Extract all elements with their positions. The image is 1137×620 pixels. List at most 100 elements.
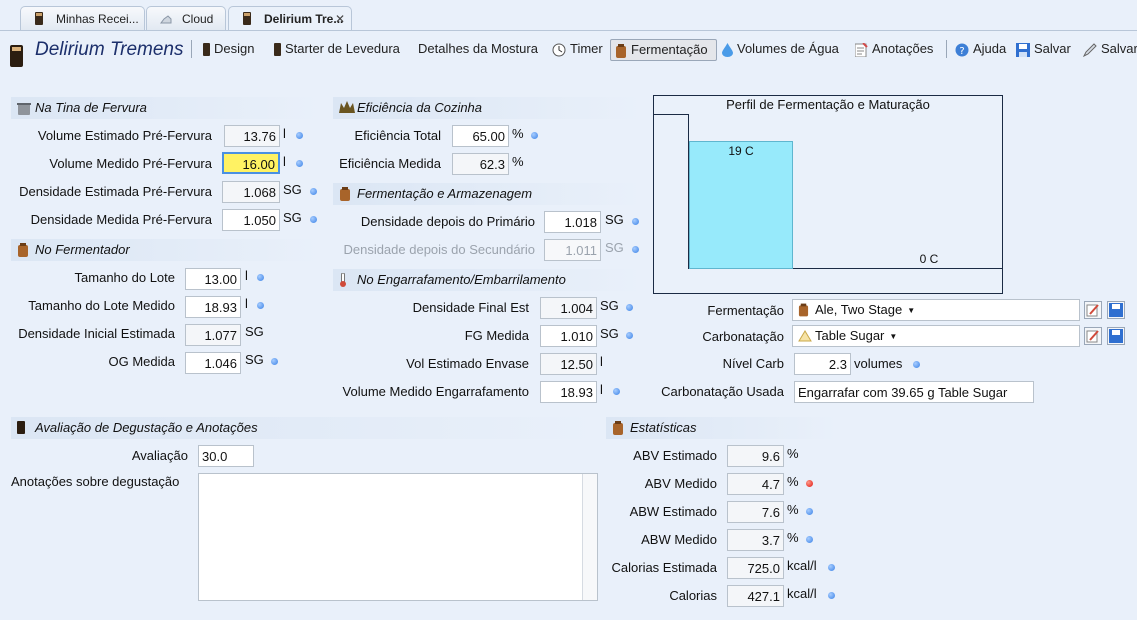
info-dot-icon[interactable]: [296, 160, 303, 167]
chart-data-label: 19 C: [728, 144, 754, 158]
avaliacao-section-header: Avaliação de Degustação e Anotações: [11, 417, 597, 439]
og-medida-field[interactable]: 1.046: [185, 352, 241, 374]
save-icon: [1016, 42, 1030, 57]
mostura-button[interactable]: Detalhes da Mostura: [418, 39, 538, 61]
salvar-como-button[interactable]: Salvar: [1083, 39, 1137, 61]
densidade-secundario-label: Densidade depois do Secundário: [343, 242, 535, 257]
lote-field[interactable]: 13.00: [185, 268, 241, 290]
info-dot-icon[interactable]: [828, 592, 835, 599]
info-dot-icon[interactable]: [806, 536, 813, 543]
estatisticas-section-header: Estatísticas: [606, 417, 838, 439]
fermentador-section-header: No Fermentador: [11, 239, 321, 261]
engarrafamento-section-header: No Engarrafamento/Embarrilamento: [333, 269, 643, 291]
info-dot-icon[interactable]: [271, 358, 278, 365]
salvar-button[interactable]: Salvar: [1016, 39, 1071, 61]
lote-medido-field[interactable]: 18.93: [185, 296, 241, 318]
fermentacao-profile-select[interactable]: Ale, Two Stage ▼: [792, 299, 1080, 321]
notas-textarea[interactable]: [198, 473, 598, 601]
carbonatacao-select[interactable]: Table Sugar ▼: [792, 325, 1080, 347]
abv-estimado-field: 9.6: [727, 445, 784, 467]
unit-label: l: [245, 296, 248, 311]
unit-label: %: [787, 474, 799, 489]
info-dot-icon[interactable]: [296, 132, 303, 139]
fermentador-header-label: No Fermentador: [35, 242, 130, 257]
unit-label: %: [512, 154, 524, 169]
anotacoes-button[interactable]: Anotações: [855, 39, 933, 61]
fermenter-icon: [798, 303, 809, 317]
starter-button[interactable]: Starter de Levedura: [274, 39, 400, 61]
close-icon[interactable]: ✕: [335, 7, 345, 31]
crown-icon: [339, 101, 355, 113]
carbonatacao-label: Carbonatação: [702, 329, 784, 344]
tina-densidade-estimada-label: Densidade Estimada Pré-Fervura: [19, 184, 212, 199]
abw-medido-field: 3.7: [727, 529, 784, 551]
info-dot-icon[interactable]: [626, 332, 633, 339]
unit-label: %: [787, 446, 799, 461]
info-dot-icon[interactable]: [257, 302, 264, 309]
fermenter-icon: [18, 243, 28, 257]
fg-medida-label: FG Medida: [464, 328, 529, 343]
info-dot-icon[interactable]: [310, 188, 317, 195]
tab-minhas-receitas[interactable]: Minhas Recei...: [20, 6, 145, 30]
info-dot-icon[interactable]: [613, 388, 620, 395]
design-button[interactable]: Design: [203, 39, 254, 61]
tina-densidade-medida-field[interactable]: 1.050: [222, 209, 280, 231]
save-icon: [1109, 303, 1123, 317]
save-carbonation-button[interactable]: [1107, 327, 1125, 345]
densidade-primario-field[interactable]: 1.018: [544, 211, 601, 233]
info-dot-icon[interactable]: [806, 508, 813, 515]
info-dot-icon[interactable]: [828, 564, 835, 571]
eficiencia-total-field[interactable]: 65.00: [452, 125, 509, 147]
notas-scrollbar[interactable]: [582, 474, 597, 600]
tina-volume-medido-field[interactable]: 16.00: [222, 152, 280, 174]
eficiencia-section-header: Eficiência da Cozinha: [333, 97, 643, 119]
tab-delirium[interactable]: Delirium Tre... ✕: [228, 6, 352, 30]
info-dot-icon[interactable]: [626, 304, 633, 311]
fermenter-icon: [616, 43, 626, 58]
avaliacao-field[interactable]: 30.0: [198, 445, 254, 467]
calorias-estimada-field: 725.0: [727, 557, 784, 579]
vol-estimado-envase-label: Vol Estimado Envase: [406, 356, 529, 371]
recipe-beer-icon: [10, 45, 23, 67]
abw-estimado-field: 7.6: [727, 501, 784, 523]
unit-label: SG: [605, 240, 624, 255]
save-profile-button[interactable]: [1107, 301, 1125, 319]
info-dot-icon[interactable]: [310, 216, 317, 223]
timer-button[interactable]: Timer: [552, 39, 603, 61]
unit-label: %: [512, 126, 524, 141]
fermentacao-profile-value: Ale, Two Stage: [815, 302, 903, 317]
info-dot-icon[interactable]: [632, 246, 639, 253]
unit-label: l: [283, 126, 286, 141]
info-dot-icon[interactable]: [632, 218, 639, 225]
fg-medida-field[interactable]: 1.010: [540, 325, 597, 347]
calorias-field: 427.1: [727, 585, 784, 607]
info-dot-icon[interactable]: [257, 274, 264, 281]
tina-header-label: Na Tina de Fervura: [35, 100, 147, 115]
eficiencia-header-label: Eficiência da Cozinha: [357, 100, 483, 115]
notes-icon: [855, 42, 868, 57]
anotacoes-label: Anotações: [872, 41, 934, 56]
densidade-inicial-field: 1.077: [185, 324, 241, 346]
abw-medido-label: ABW Medido: [641, 532, 717, 547]
volumes-button[interactable]: Volumes de Água: [722, 39, 839, 61]
info-dot-icon[interactable]: [913, 361, 920, 368]
og-medida-label: OG Medida: [108, 354, 175, 369]
ajuda-button[interactable]: ? Ajuda: [955, 39, 1006, 61]
vol-estimado-envase-field: 12.50: [540, 353, 597, 375]
unit-label: kcal/l: [787, 586, 817, 601]
design-label: Design: [214, 41, 255, 56]
fermentacao-button[interactable]: Fermentação: [610, 39, 717, 61]
chart-data-label: 0 C: [919, 252, 939, 266]
alert-dot-icon[interactable]: [806, 480, 813, 487]
nivel-carb-field[interactable]: 2.3: [794, 353, 851, 375]
info-dot-icon[interactable]: [531, 132, 538, 139]
eficiencia-medida-field: 62.3: [452, 153, 509, 175]
tab-cloud[interactable]: Cloud: [146, 6, 226, 30]
dropdown-arrow-icon: ▼: [907, 305, 916, 315]
cloud-icon: [160, 15, 172, 24]
beer-glass-icon: [35, 12, 43, 25]
help-icon: ?: [955, 43, 969, 57]
edit-profile-button[interactable]: [1084, 301, 1102, 319]
edit-carbonation-button[interactable]: [1084, 327, 1102, 345]
volume-medido-engarrafamento-field[interactable]: 18.93: [540, 381, 597, 403]
